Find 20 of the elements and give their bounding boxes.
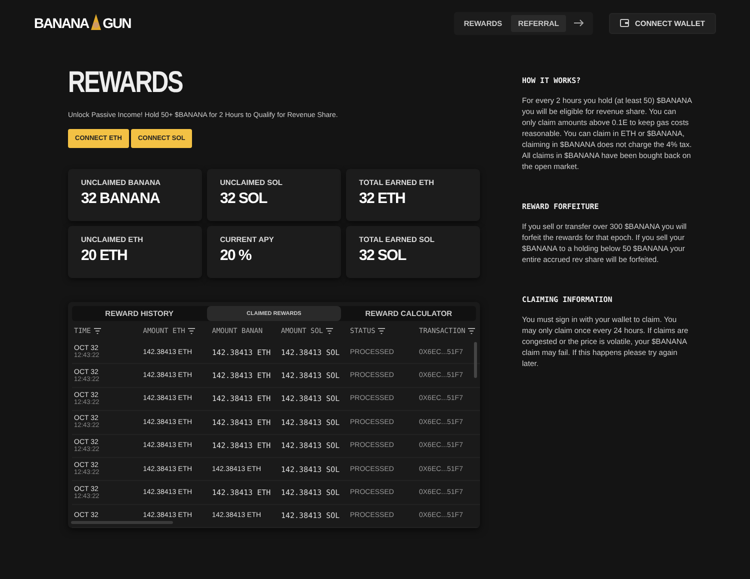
filter-icon[interactable] <box>326 328 334 334</box>
arrow-right-icon[interactable] <box>574 19 584 27</box>
filter-icon[interactable] <box>468 328 476 334</box>
scrollbar-thumb[interactable] <box>474 342 477 378</box>
filter-icon[interactable] <box>188 328 196 334</box>
filter-icon[interactable] <box>94 328 101 334</box>
stat-value: 20 ETH <box>81 247 128 264</box>
scrollbar-thumb[interactable] <box>71 521 173 524</box>
stat-value: 32 BANANA <box>81 190 161 207</box>
wizard-icon <box>88 14 103 32</box>
wallet-icon <box>620 19 629 27</box>
stat-value: 32 ETH <box>359 190 406 207</box>
page-title: REWARDS <box>68 66 184 100</box>
stat-value: 32 SOL <box>359 247 408 264</box>
stat-value: 32 SOL <box>220 190 268 207</box>
logo-text: BANANA <box>34 15 89 31</box>
filter-icon[interactable] <box>378 328 386 334</box>
stat-value: 20 % <box>220 247 252 264</box>
logo-text: GUN <box>102 15 131 31</box>
logo[interactable]: BANANA GUN <box>34 14 131 32</box>
